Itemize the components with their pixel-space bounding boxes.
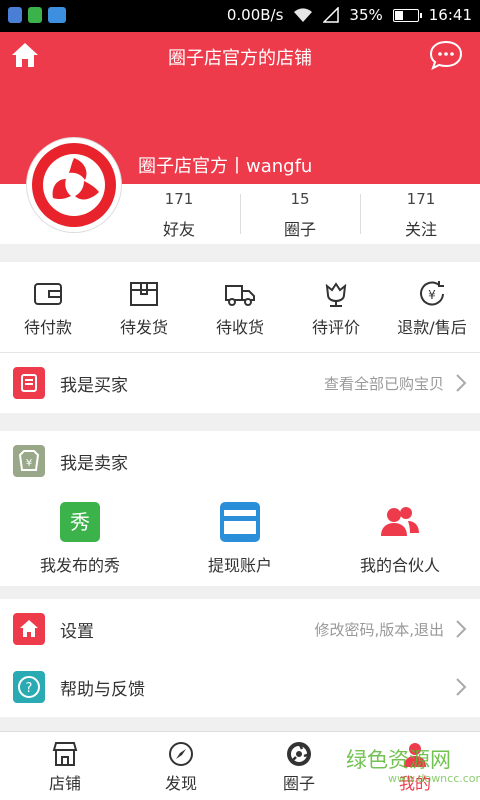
network-speed: 0.00B/s: [226, 6, 284, 24]
settings-row[interactable]: 设置 修改密码,版本,退出: [0, 599, 480, 659]
seller-item-label: 提现账户: [207, 556, 272, 575]
order-pending-shipment[interactable]: 待发货: [96, 280, 192, 338]
watermark-url: www.downcc.com: [388, 772, 480, 785]
shop-name: 圈子店官方丨wangfu: [138, 156, 313, 177]
tab-circles[interactable]: 圈子: [239, 740, 359, 794]
wifi-icon: [294, 8, 313, 22]
signal-icon: [323, 7, 340, 23]
settings-home-icon: [13, 613, 45, 645]
stat-value: 171: [164, 190, 194, 208]
seller-row[interactable]: ¥ 我是卖家: [0, 431, 480, 491]
shop-avatar[interactable]: [27, 138, 121, 232]
order-pending-payment[interactable]: 待付款: [0, 280, 96, 338]
seller-tools: 秀 我发布的秀 提现账户 我的合伙人: [0, 490, 480, 586]
battery-icon: [392, 8, 422, 22]
buyer-label: 我是买家: [60, 376, 128, 396]
stat-value: 171: [406, 190, 436, 208]
stat-friends[interactable]: 171 好友: [119, 190, 239, 240]
tab-label: 圈子: [282, 774, 315, 793]
order-status-bar: 待付款 待发货 待收货 待评价 ¥ 退款/售后: [0, 262, 480, 352]
cloud-notification-icon: [48, 7, 66, 23]
order-pending-review[interactable]: 待评价: [288, 280, 384, 338]
svg-text:¥: ¥: [26, 458, 32, 469]
stat-value: 15: [290, 190, 310, 208]
help-label: 帮助与反馈: [60, 680, 145, 700]
order-label: 待评价: [311, 318, 360, 337]
flower-icon: [325, 282, 347, 307]
shop-logo-icon: [32, 143, 116, 227]
settings-detail: 修改密码,版本,退出: [314, 621, 444, 639]
svg-text:¥: ¥: [428, 288, 436, 302]
truck-icon: [225, 285, 255, 306]
seller-label: 我是卖家: [60, 454, 128, 474]
buyer-icon: [13, 367, 45, 399]
watermark: 绿色资源网: [346, 748, 451, 772]
wechat-notification-icon: [28, 7, 42, 23]
compass-icon: [169, 742, 193, 766]
buyer-row[interactable]: 我是买家 查看全部已购宝贝: [0, 353, 480, 413]
stat-label: 关注: [404, 220, 437, 239]
order-pending-receipt[interactable]: 待收货: [192, 280, 288, 338]
battery-percent: 35%: [349, 6, 383, 24]
stat-circles[interactable]: 15 圈子: [240, 190, 360, 240]
chevron-right-icon: [456, 374, 467, 392]
view-all-purchases-link[interactable]: 查看全部已购宝贝: [324, 373, 444, 394]
order-label: 退款/售后: [397, 318, 467, 337]
chevron-right-icon: [456, 678, 467, 696]
stat-label: 圈子: [283, 220, 316, 239]
order-label: 待收货: [215, 318, 264, 337]
order-refund[interactable]: ¥ 退款/售后: [384, 280, 480, 338]
settings-label: 设置: [60, 622, 94, 642]
my-partners-button[interactable]: 我的合伙人: [320, 502, 480, 576]
help-icon: ?: [13, 671, 45, 703]
seller-icon: ¥: [13, 445, 45, 477]
tab-label: 店铺: [48, 774, 81, 793]
tab-label: 发现: [164, 774, 197, 793]
page-title: 圈子店官方的店铺: [168, 48, 312, 69]
order-label: 待发货: [119, 318, 168, 337]
stat-following[interactable]: 171 关注: [361, 190, 480, 240]
seller-item-label: 我发布的秀: [39, 556, 120, 575]
wallet-icon: [34, 283, 62, 305]
help-row[interactable]: ? 帮助与反馈: [0, 657, 480, 717]
tab-store[interactable]: 店铺: [5, 740, 125, 794]
tab-discover[interactable]: 发现: [121, 740, 241, 794]
my-shows-button[interactable]: 秀 我发布的秀: [0, 502, 160, 576]
withdrawal-account-button[interactable]: 提现账户: [160, 502, 320, 576]
chevron-right-icon: [456, 620, 467, 638]
card-icon: [220, 502, 260, 542]
svg-text:?: ?: [26, 681, 33, 696]
circle-icon: [287, 742, 311, 766]
gallery-notification-icon: [8, 7, 22, 23]
status-bar: 0.00B/s 35% 16:41: [0, 0, 480, 32]
stat-label: 好友: [162, 220, 195, 239]
refund-icon: ¥: [420, 281, 444, 306]
clock: 16:41: [428, 6, 472, 24]
store-icon: [52, 742, 78, 766]
seller-item-label: 我的合伙人: [359, 556, 440, 575]
partners-icon: [381, 507, 419, 536]
show-icon: 秀: [60, 502, 100, 542]
box-icon: [130, 282, 158, 306]
order-label: 待付款: [23, 318, 72, 337]
chat-icon[interactable]: [429, 40, 463, 70]
